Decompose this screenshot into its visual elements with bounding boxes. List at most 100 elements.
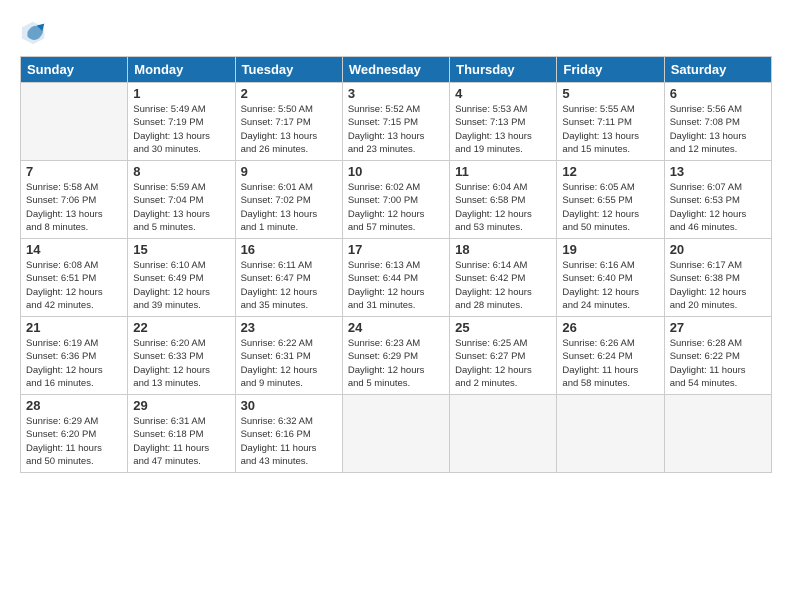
day-info: Sunrise: 6:31 AM Sunset: 6:18 PM Dayligh… xyxy=(133,415,229,468)
weekday-header-tuesday: Tuesday xyxy=(235,57,342,83)
day-number: 28 xyxy=(26,398,122,413)
day-info: Sunrise: 6:07 AM Sunset: 6:53 PM Dayligh… xyxy=(670,181,766,234)
calendar-cell: 18 Sunrise: 6:14 AM Sunset: 6:42 PM Dayli… xyxy=(450,239,557,317)
day-info: Sunrise: 6:16 AM Sunset: 6:40 PM Dayligh… xyxy=(562,259,658,312)
day-number: 6 xyxy=(670,86,766,101)
calendar-cell: 17Sunrise: 6:13 AM Sunset: 6:44 PM Dayli… xyxy=(342,239,449,317)
calendar-cell: 28 Sunrise: 6:29 AM Sunset: 6:20 PM Dayli… xyxy=(21,395,128,473)
day-info: Sunrise: 6:26 AM Sunset: 6:24 PM Dayligh… xyxy=(562,337,658,390)
day-info: Sunrise: 6:32 AM Sunset: 6:16 PM Dayligh… xyxy=(241,415,337,468)
day-number: 19 xyxy=(562,242,658,257)
calendar-cell: 11 Sunrise: 6:04 AM Sunset: 6:58 PM Dayli… xyxy=(450,161,557,239)
day-number: 29 xyxy=(133,398,229,413)
day-info: Sunrise: 5:52 AM Sunset: 7:15 PM Dayligh… xyxy=(348,103,444,156)
logo-icon xyxy=(20,18,48,46)
day-number: 16 xyxy=(241,242,337,257)
day-number: 20 xyxy=(670,242,766,257)
week-row-4: 21 Sunrise: 6:19 AM Sunset: 6:36 PM Dayli… xyxy=(21,317,772,395)
calendar-cell xyxy=(450,395,557,473)
calendar-cell: 19 Sunrise: 6:16 AM Sunset: 6:40 PM Dayli… xyxy=(557,239,664,317)
day-info: Sunrise: 6:29 AM Sunset: 6:20 PM Dayligh… xyxy=(26,415,122,468)
calendar-cell: 2 Sunrise: 5:50 AM Sunset: 7:17 PM Daylig… xyxy=(235,83,342,161)
day-number: 9 xyxy=(241,164,337,179)
week-row-1: 1 Sunrise: 5:49 AM Sunset: 7:19 PM Daylig… xyxy=(21,83,772,161)
calendar-cell: 3Sunrise: 5:52 AM Sunset: 7:15 PM Daylig… xyxy=(342,83,449,161)
calendar-cell xyxy=(21,83,128,161)
day-number: 14 xyxy=(26,242,122,257)
day-info: Sunrise: 6:25 AM Sunset: 6:27 PM Dayligh… xyxy=(455,337,551,390)
calendar-cell: 29 Sunrise: 6:31 AM Sunset: 6:18 PM Dayli… xyxy=(128,395,235,473)
day-info: Sunrise: 6:10 AM Sunset: 6:49 PM Dayligh… xyxy=(133,259,229,312)
day-info: Sunrise: 6:20 AM Sunset: 6:33 PM Dayligh… xyxy=(133,337,229,390)
day-info: Sunrise: 6:14 AM Sunset: 6:42 PM Dayligh… xyxy=(455,259,551,312)
calendar-cell: 27Sunrise: 6:28 AM Sunset: 6:22 PM Dayli… xyxy=(664,317,771,395)
day-info: Sunrise: 5:53 AM Sunset: 7:13 PM Dayligh… xyxy=(455,103,551,156)
day-number: 23 xyxy=(241,320,337,335)
calendar-cell: 22 Sunrise: 6:20 AM Sunset: 6:33 PM Dayli… xyxy=(128,317,235,395)
day-info: Sunrise: 6:02 AM Sunset: 7:00 PM Dayligh… xyxy=(348,181,444,234)
day-number: 21 xyxy=(26,320,122,335)
day-number: 18 xyxy=(455,242,551,257)
day-info: Sunrise: 5:59 AM Sunset: 7:04 PM Dayligh… xyxy=(133,181,229,234)
day-info: Sunrise: 6:19 AM Sunset: 6:36 PM Dayligh… xyxy=(26,337,122,390)
day-info: Sunrise: 5:58 AM Sunset: 7:06 PM Dayligh… xyxy=(26,181,122,234)
calendar-cell: 5 Sunrise: 5:55 AM Sunset: 7:11 PM Daylig… xyxy=(557,83,664,161)
day-number: 11 xyxy=(455,164,551,179)
header xyxy=(20,18,772,46)
day-number: 2 xyxy=(241,86,337,101)
calendar-cell xyxy=(557,395,664,473)
day-info: Sunrise: 5:50 AM Sunset: 7:17 PM Dayligh… xyxy=(241,103,337,156)
day-info: Sunrise: 6:22 AM Sunset: 6:31 PM Dayligh… xyxy=(241,337,337,390)
calendar-cell: 20 Sunrise: 6:17 AM Sunset: 6:38 PM Dayli… xyxy=(664,239,771,317)
calendar-cell: 25 Sunrise: 6:25 AM Sunset: 6:27 PM Dayli… xyxy=(450,317,557,395)
calendar-cell xyxy=(664,395,771,473)
calendar-cell: 24Sunrise: 6:23 AM Sunset: 6:29 PM Dayli… xyxy=(342,317,449,395)
day-number: 1 xyxy=(133,86,229,101)
calendar-cell: 26 Sunrise: 6:26 AM Sunset: 6:24 PM Dayli… xyxy=(557,317,664,395)
calendar-cell: 10 Sunrise: 6:02 AM Sunset: 7:00 PM Dayli… xyxy=(342,161,449,239)
day-info: Sunrise: 6:17 AM Sunset: 6:38 PM Dayligh… xyxy=(670,259,766,312)
week-row-2: 7 Sunrise: 5:58 AM Sunset: 7:06 PM Daylig… xyxy=(21,161,772,239)
weekday-header-wednesday: Wednesday xyxy=(342,57,449,83)
weekday-header-friday: Friday xyxy=(557,57,664,83)
day-info: Sunrise: 6:08 AM Sunset: 6:51 PM Dayligh… xyxy=(26,259,122,312)
day-info: Sunrise: 5:56 AM Sunset: 7:08 PM Dayligh… xyxy=(670,103,766,156)
day-number: 5 xyxy=(562,86,658,101)
calendar-cell: 15 Sunrise: 6:10 AM Sunset: 6:49 PM Dayli… xyxy=(128,239,235,317)
day-number: 25 xyxy=(455,320,551,335)
day-number: 8 xyxy=(133,164,229,179)
weekday-header-sunday: Sunday xyxy=(21,57,128,83)
day-info: Sunrise: 6:28 AM Sunset: 6:22 PM Dayligh… xyxy=(670,337,766,390)
day-number: 26 xyxy=(562,320,658,335)
calendar-cell: 21 Sunrise: 6:19 AM Sunset: 6:36 PM Dayli… xyxy=(21,317,128,395)
weekday-header-saturday: Saturday xyxy=(664,57,771,83)
page: SundayMondayTuesdayWednesdayThursdayFrid… xyxy=(0,0,792,612)
weekday-header-thursday: Thursday xyxy=(450,57,557,83)
calendar-cell: 14 Sunrise: 6:08 AM Sunset: 6:51 PM Dayli… xyxy=(21,239,128,317)
calendar-cell: 1 Sunrise: 5:49 AM Sunset: 7:19 PM Daylig… xyxy=(128,83,235,161)
day-number: 15 xyxy=(133,242,229,257)
logo xyxy=(20,18,52,46)
day-info: Sunrise: 6:23 AM Sunset: 6:29 PM Dayligh… xyxy=(348,337,444,390)
day-info: Sunrise: 6:05 AM Sunset: 6:55 PM Dayligh… xyxy=(562,181,658,234)
day-info: Sunrise: 6:04 AM Sunset: 6:58 PM Dayligh… xyxy=(455,181,551,234)
calendar-cell: 13 Sunrise: 6:07 AM Sunset: 6:53 PM Dayli… xyxy=(664,161,771,239)
day-info: Sunrise: 6:13 AM Sunset: 6:44 PM Dayligh… xyxy=(348,259,444,312)
day-info: Sunrise: 5:55 AM Sunset: 7:11 PM Dayligh… xyxy=(562,103,658,156)
calendar-cell: 4 Sunrise: 5:53 AM Sunset: 7:13 PM Daylig… xyxy=(450,83,557,161)
calendar-cell: 12 Sunrise: 6:05 AM Sunset: 6:55 PM Dayli… xyxy=(557,161,664,239)
day-number: 13 xyxy=(670,164,766,179)
day-info: Sunrise: 5:49 AM Sunset: 7:19 PM Dayligh… xyxy=(133,103,229,156)
calendar-cell: 23 Sunrise: 6:22 AM Sunset: 6:31 PM Dayli… xyxy=(235,317,342,395)
calendar-cell: 9Sunrise: 6:01 AM Sunset: 7:02 PM Daylig… xyxy=(235,161,342,239)
day-number: 4 xyxy=(455,86,551,101)
day-number: 7 xyxy=(26,164,122,179)
calendar-cell: 16 Sunrise: 6:11 AM Sunset: 6:47 PM Dayli… xyxy=(235,239,342,317)
day-number: 10 xyxy=(348,164,444,179)
day-number: 12 xyxy=(562,164,658,179)
week-row-5: 28 Sunrise: 6:29 AM Sunset: 6:20 PM Dayli… xyxy=(21,395,772,473)
weekday-header-row: SundayMondayTuesdayWednesdayThursdayFrid… xyxy=(21,57,772,83)
day-number: 22 xyxy=(133,320,229,335)
week-row-3: 14 Sunrise: 6:08 AM Sunset: 6:51 PM Dayli… xyxy=(21,239,772,317)
day-info: Sunrise: 6:11 AM Sunset: 6:47 PM Dayligh… xyxy=(241,259,337,312)
